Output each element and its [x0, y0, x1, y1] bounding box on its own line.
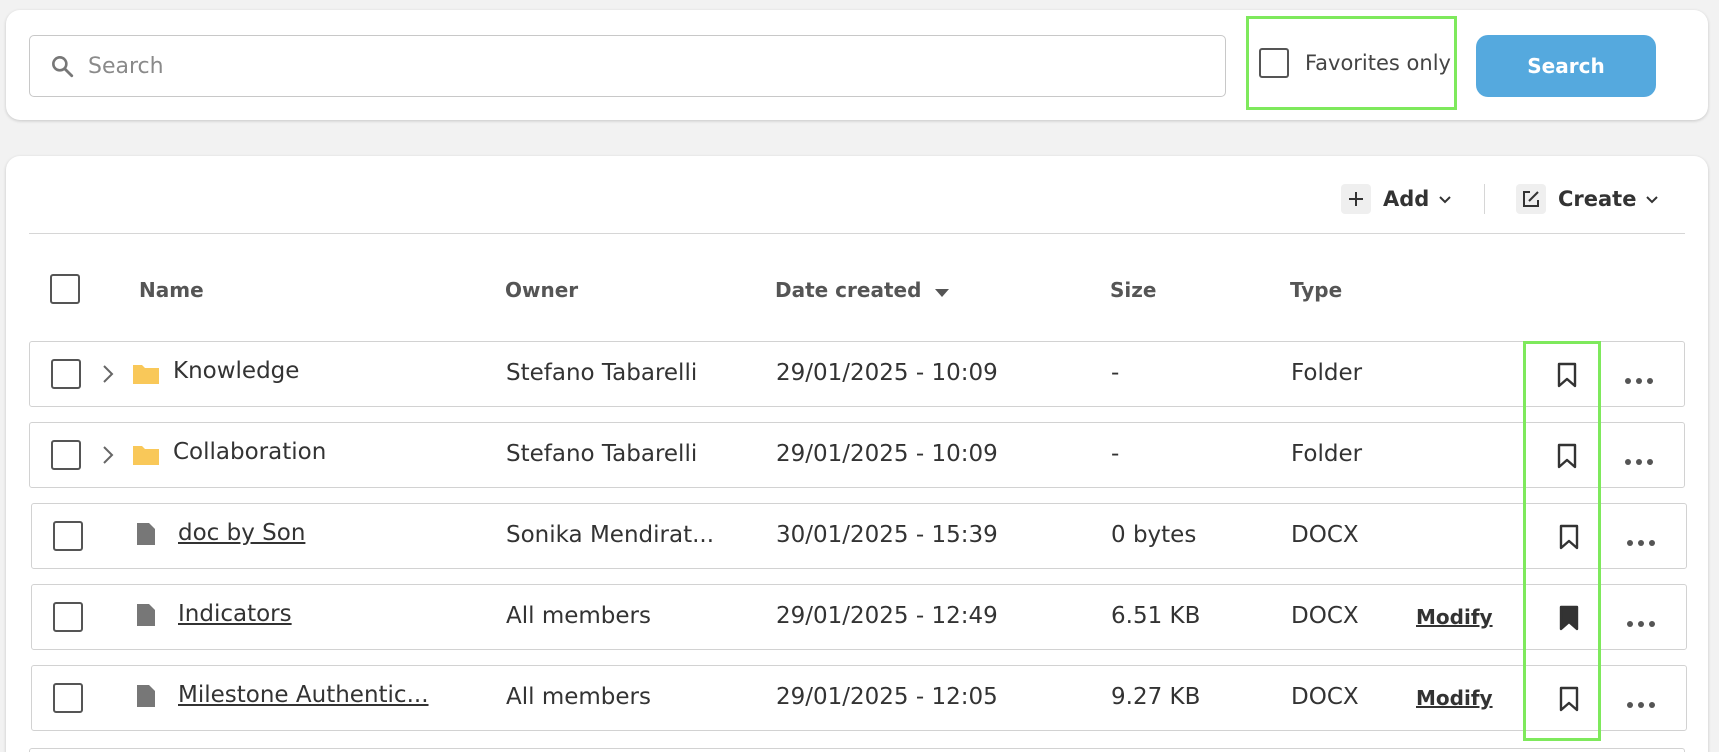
column-owner[interactable]: Owner — [505, 278, 578, 302]
toolbar-divider — [1484, 184, 1485, 214]
more-options-icon[interactable] — [1624, 451, 1654, 470]
chevron-right-icon[interactable] — [100, 443, 116, 471]
row-name-link[interactable]: Milestone Authentic... — [178, 682, 429, 708]
row-checkbox[interactable] — [51, 440, 81, 470]
row-owner: All members — [506, 684, 651, 710]
add-button[interactable]: Add — [1341, 182, 1453, 216]
row-type: DOCX — [1291, 684, 1359, 710]
row-type: DOCX — [1291, 522, 1359, 548]
modify-link[interactable]: Modify — [1416, 605, 1493, 629]
create-button[interactable]: Create — [1516, 182, 1660, 216]
column-date-created-label: Date created — [775, 278, 922, 302]
row-name-link[interactable]: Indicators — [178, 601, 292, 627]
more-options-icon[interactable] — [1626, 532, 1656, 551]
favorites-only-checkbox[interactable] — [1259, 48, 1289, 78]
row-size: 6.51 KB — [1111, 603, 1201, 629]
favorites-only-filter[interactable]: Favorites only — [1246, 16, 1457, 110]
bookmark-outline-icon[interactable] — [1558, 524, 1580, 554]
sort-descending-icon — [934, 280, 950, 304]
row-date: 29/01/2025 - 10:09 — [776, 360, 998, 386]
row-owner: Sonika Mendirat... — [506, 522, 715, 548]
bookmark-outline-icon[interactable] — [1556, 443, 1578, 473]
row-type: Folder — [1291, 360, 1363, 386]
modify-link[interactable]: Modify — [1416, 686, 1493, 710]
table-row[interactable]: Knowledge Stefano Tabarelli 29/01/2025 -… — [29, 341, 1685, 407]
table-row — [29, 748, 1685, 752]
add-label: Add — [1383, 187, 1430, 211]
search-panel: Favorites only Search — [6, 10, 1708, 120]
more-options-icon[interactable] — [1626, 613, 1656, 632]
row-owner: Stefano Tabarelli — [506, 441, 698, 467]
row-date: 30/01/2025 - 15:39 — [776, 522, 998, 548]
document-icon — [136, 684, 156, 712]
bookmark-outline-icon[interactable] — [1558, 686, 1580, 716]
row-owner: All members — [506, 603, 651, 629]
row-size: - — [1111, 360, 1120, 386]
favorites-only-label: Favorites only — [1305, 51, 1451, 75]
select-all-checkbox[interactable] — [50, 274, 80, 304]
row-checkbox[interactable] — [53, 683, 83, 713]
column-size[interactable]: Size — [1110, 278, 1156, 302]
more-options-icon[interactable] — [1624, 370, 1654, 389]
search-icon — [48, 52, 76, 80]
row-type: Folder — [1291, 441, 1363, 467]
edit-icon — [1516, 184, 1546, 214]
table-row[interactable]: Collaboration Stefano Tabarelli 29/01/20… — [29, 422, 1685, 488]
column-name[interactable]: Name — [139, 278, 204, 302]
column-date-created[interactable]: Date created — [775, 278, 950, 304]
row-size: 9.27 KB — [1111, 684, 1201, 710]
chevron-down-icon — [1437, 191, 1453, 207]
row-type: DOCX — [1291, 603, 1359, 629]
row-owner: Stefano Tabarelli — [506, 360, 698, 386]
column-type[interactable]: Type — [1290, 278, 1342, 302]
toolbar-divider-line — [29, 233, 1685, 234]
row-date: 29/01/2025 - 12:49 — [776, 603, 998, 629]
row-checkbox[interactable] — [53, 521, 83, 551]
row-date: 29/01/2025 - 12:05 — [776, 684, 998, 710]
row-size: 0 bytes — [1111, 522, 1197, 548]
search-button[interactable]: Search — [1476, 35, 1656, 97]
row-date: 29/01/2025 - 10:09 — [776, 441, 998, 467]
row-name-link[interactable]: doc by Son — [178, 520, 305, 546]
document-icon — [136, 603, 156, 631]
row-name[interactable]: Knowledge — [173, 358, 299, 384]
table-row[interactable]: doc by Son Sonika Mendirat... 30/01/2025… — [31, 503, 1687, 569]
folder-icon — [132, 362, 160, 390]
document-icon — [136, 522, 156, 550]
search-input[interactable] — [88, 53, 1188, 79]
more-options-icon[interactable] — [1626, 694, 1656, 713]
row-checkbox[interactable] — [51, 359, 81, 389]
bookmark-filled-icon[interactable] — [1558, 605, 1580, 635]
chevron-right-icon[interactable] — [100, 362, 116, 390]
row-name[interactable]: Collaboration — [173, 439, 326, 465]
plus-icon — [1341, 184, 1371, 214]
documents-panel: Add Create Name Owner Date created Size … — [6, 156, 1708, 752]
table-row[interactable]: Indicators All members 29/01/2025 - 12:4… — [31, 584, 1687, 650]
create-label: Create — [1558, 187, 1637, 211]
chevron-down-icon — [1644, 191, 1660, 207]
bookmark-outline-icon[interactable] — [1556, 362, 1578, 392]
row-size: - — [1111, 441, 1120, 467]
table-header: Name Owner Date created Size Type — [29, 262, 1685, 316]
row-checkbox[interactable] — [53, 602, 83, 632]
folder-icon — [132, 443, 160, 471]
table-row[interactable]: Milestone Authentic... All members 29/01… — [31, 665, 1687, 731]
search-field[interactable] — [29, 35, 1226, 97]
